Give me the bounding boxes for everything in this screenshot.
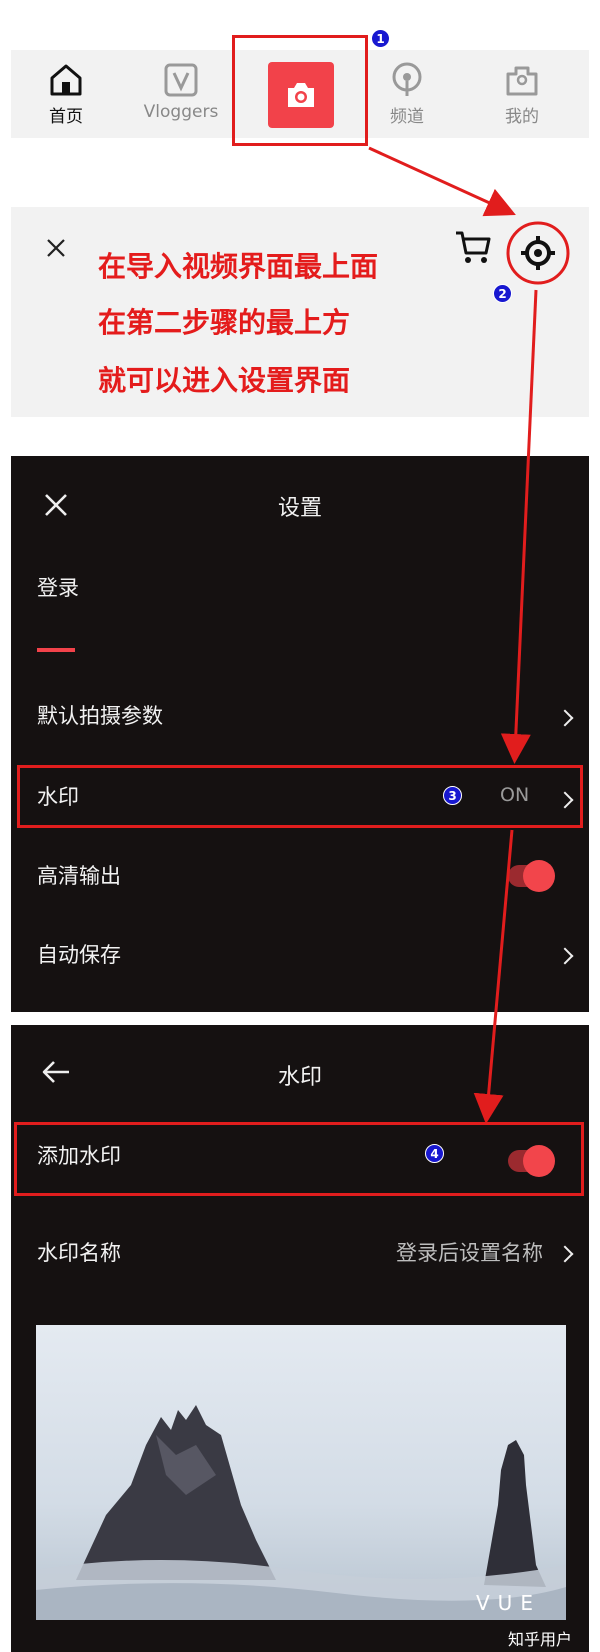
arrow-2-to-3 bbox=[500, 289, 538, 764]
arrow-3-to-4 bbox=[473, 829, 514, 1124]
annotation-arrows bbox=[368, 146, 538, 1124]
arrow-1-to-2 bbox=[368, 146, 516, 217]
